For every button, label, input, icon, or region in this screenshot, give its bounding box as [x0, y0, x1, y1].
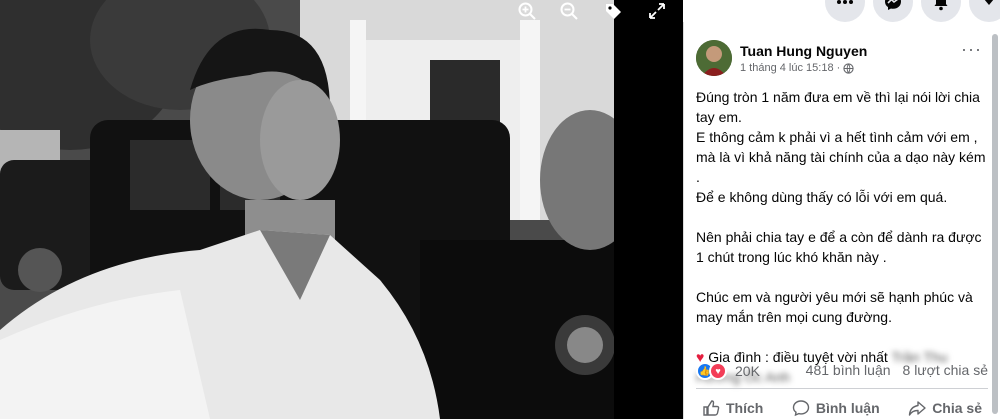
photo-scene	[0, 0, 614, 419]
account-dropdown-icon	[984, 0, 994, 5]
comment-icon	[792, 400, 810, 417]
share-button[interactable]: Chia sẻ	[902, 396, 988, 419]
comment-button[interactable]: Bình luận	[786, 396, 886, 419]
photo-viewer-page: Tuan Hung Nguyen 1 tháng 4 lúc 15:18 · ·…	[0, 0, 1000, 419]
share-label: Chia sẻ	[932, 400, 982, 416]
post-actions: Thích Bình luận Chia sẻ	[696, 396, 988, 419]
post-paragraph: Chúc em và người yêu mới sẽ hạnh phúc và…	[696, 289, 973, 325]
fullscreen-button[interactable]	[644, 0, 670, 22]
zoom-in-button[interactable]	[514, 0, 540, 22]
meta-separator: ·	[836, 62, 841, 74]
fullscreen-icon	[649, 3, 665, 19]
avatar-image	[696, 40, 732, 76]
zoom-in-icon	[518, 2, 536, 20]
post-stats: 👍 ♥ 20K 481 bình luận 8 lượt chia sẻ	[696, 361, 988, 381]
post-paragraph: Đúng tròn 1 năm đưa em về thì lại nói lờ…	[696, 89, 980, 125]
post-meta: 1 tháng 4 lúc 15:18 ·	[740, 62, 854, 74]
avatar[interactable]	[696, 40, 732, 76]
stats-right: 481 bình luận 8 lượt chia sẻ	[806, 362, 988, 378]
photo-viewer[interactable]	[0, 0, 683, 419]
like-button[interactable]: Thích	[696, 396, 769, 419]
post-paragraph: Để e không dùng thấy có lỗi với em quá.	[696, 189, 948, 205]
post-paragraph: Nên phải chia tay e để a còn để dành ra …	[696, 229, 982, 265]
menu-grid-icon	[837, 0, 853, 4]
menu-button[interactable]	[825, 0, 865, 22]
photo-letterbox	[614, 0, 683, 419]
globe-icon[interactable]	[843, 62, 854, 74]
tag-icon	[606, 4, 621, 19]
reaction-count[interactable]: 20K	[735, 363, 760, 379]
top-navigation	[683, 0, 1000, 22]
post-header: Tuan Hung Nguyen 1 tháng 4 lúc 15:18 · ·…	[696, 40, 986, 82]
comment-count[interactable]: 481 bình luận	[806, 362, 891, 378]
love-reaction-icon: ♥	[709, 362, 727, 380]
zoom-out-icon	[560, 2, 578, 20]
messenger-button[interactable]	[873, 0, 913, 22]
author-name[interactable]: Tuan Hung Nguyen	[740, 43, 867, 59]
post-paragraph: E thông cảm k phải vì a hết tình cảm với…	[696, 129, 986, 185]
share-count[interactable]: 8 lượt chia sẻ	[903, 362, 988, 378]
messenger-icon	[885, 0, 901, 10]
post-timestamp[interactable]: 1 tháng 4 lúc 15:18	[740, 62, 834, 74]
share-icon	[908, 401, 926, 416]
notifications-button[interactable]	[921, 0, 961, 22]
notifications-icon	[934, 0, 948, 11]
thumbs-up-icon	[703, 400, 720, 416]
like-label: Thích	[726, 400, 764, 416]
more-options-button[interactable]: ···	[961, 40, 982, 58]
comment-label: Bình luận	[815, 400, 880, 416]
scrollbar[interactable]	[992, 34, 998, 414]
post-body: Đúng tròn 1 năm đưa em về thì lại nói lờ…	[696, 87, 986, 387]
tag-photo-button[interactable]	[600, 0, 626, 22]
account-button[interactable]	[969, 0, 1000, 22]
zoom-out-button[interactable]	[556, 0, 582, 22]
post-panel: Tuan Hung Nguyen 1 tháng 4 lúc 15:18 · ·…	[683, 22, 1000, 419]
divider	[696, 388, 988, 389]
post-photo[interactable]	[0, 0, 614, 419]
reaction-summary[interactable]: 👍 ♥ 20K	[696, 362, 760, 380]
